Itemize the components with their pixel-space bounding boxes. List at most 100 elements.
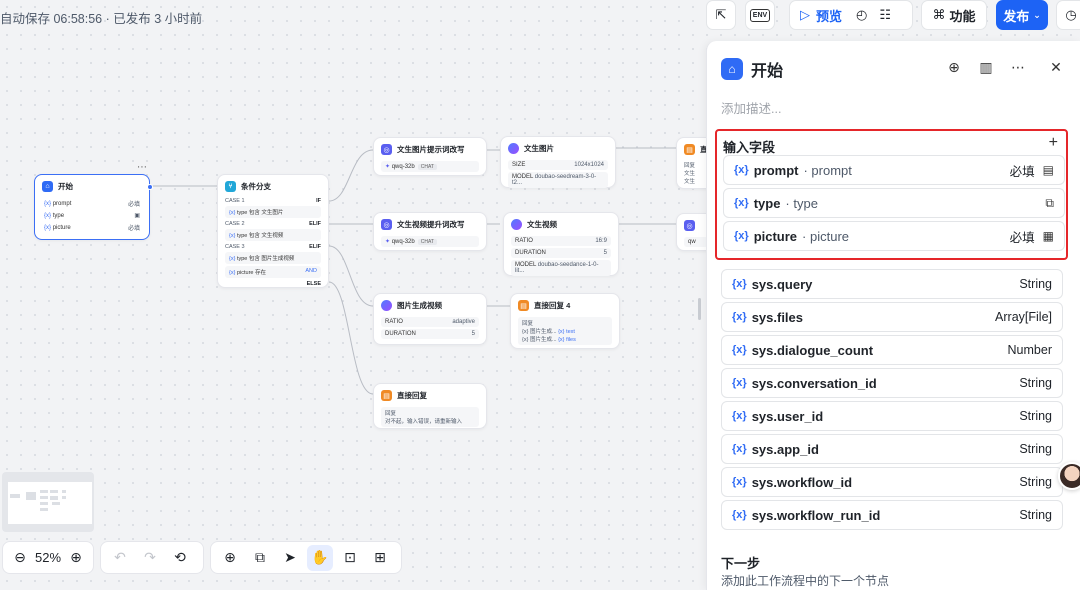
add-node-icon[interactable]: ⊕ [217, 545, 243, 571]
sys-field-workflow-id[interactable]: {x} sys.workflow_id String [721, 467, 1063, 497]
llm-node-rewrite-image[interactable]: ◎ 文生图片提示词改写 ✦ qwq-32b CHAT [373, 137, 487, 176]
next-step-title: 下一步 [721, 556, 761, 571]
more-icon[interactable]: ⋯ [1008, 59, 1028, 76]
node-title: 文生视频提升词改写 [397, 220, 465, 229]
preview-button[interactable]: 预览 [816, 6, 842, 25]
sys-field-files[interactable]: {x} sys.files Array[File] [721, 302, 1063, 332]
input-field-prompt[interactable]: {x} prompt · prompt 必填 ▤ [723, 155, 1065, 185]
description-input[interactable]: 添加描述... [721, 98, 781, 117]
case-keyword: ELIF [309, 221, 321, 227]
text-to-image-node[interactable]: 文生图片 SIZE 1024x1024 MODEL doubao-seedream… [500, 136, 616, 188]
reply-icon: ▤ [518, 300, 529, 311]
node-more-icon[interactable]: ⋯ [137, 162, 147, 173]
llm-icon: ◎ [684, 220, 695, 231]
condition-text: type 包含 文生视频 [236, 233, 284, 239]
feature-label: 功能 [949, 8, 976, 24]
organize-layout-icon[interactable]: ⊞ [367, 545, 393, 571]
assistant-avatar[interactable] [1058, 462, 1080, 490]
add-note-icon[interactable]: ⧉ [247, 545, 273, 571]
panel-title[interactable]: 开始 [751, 57, 783, 81]
sys-field-user-id[interactable]: {x} sys.user_id String [721, 401, 1063, 431]
home-icon: ⌂ [42, 181, 53, 192]
node-settings-panel: ⌂ 开始 ⊕ ▥ ⋯ ✕ 添加描述... 输入字段 + {x} prompt ·… [706, 41, 1080, 590]
text-to-video-node[interactable]: 文生视频 RATIO 16:9 DURATION 5 MODEL doubao-se… [503, 212, 619, 276]
hand-icon[interactable]: ✋ [307, 544, 333, 571]
and-label: AND [305, 268, 317, 274]
variable-icon: {x} [734, 164, 749, 176]
field-name: sys.workflow_id [751, 474, 853, 490]
sys-field-workflow-run-id[interactable]: {x} sys.workflow_run_id String [721, 500, 1063, 530]
env-button[interactable]: ENV [745, 0, 775, 30]
input-field-type[interactable]: {x} type · type ⧉ [723, 188, 1065, 218]
publish-button[interactable]: 发布 ⌄ [996, 0, 1048, 30]
reply-item: 文生 [684, 171, 696, 177]
sys-field-query[interactable]: {x} sys.query String [721, 269, 1063, 299]
direct-reply-node-4[interactable]: ▤ 直接回复 4 回复 {x} 图片生成... {x} text {x} 图片生成… [510, 293, 620, 349]
zoom-out-icon[interactable]: ⊖ [9, 545, 31, 571]
param-value: 5 [603, 250, 607, 256]
checklist-button[interactable]: ⇱ [706, 0, 736, 30]
var-prefix: {x} [229, 270, 236, 276]
param-value: 1024x1024 [574, 162, 604, 168]
history-icon: ◷ [1065, 7, 1077, 22]
image-to-video-node[interactable]: 图片生成视频 RATIO adaptive DURATION 5 [373, 293, 487, 345]
sys-field-dialogue-count[interactable]: {x} sys.dialogue_count Number [721, 335, 1063, 365]
var-prefix: {x} [229, 256, 236, 262]
node-title: 直接回复 [397, 391, 427, 400]
reply-label: 回复 [385, 411, 397, 417]
var-prefix: {x} [44, 212, 52, 219]
close-icon[interactable]: ✕ [1046, 59, 1066, 76]
minimap[interactable] [2, 472, 94, 532]
field-type: String [1019, 508, 1052, 522]
field-name: sys.dialogue_count [751, 342, 874, 358]
condition-text: type 包含 图片生成视频 [236, 256, 295, 262]
export-image-icon[interactable]: ⊡ [337, 545, 363, 571]
model-name: qw [688, 239, 696, 245]
history-toolbar: ↶ ↷ ⟲ [100, 541, 204, 574]
field-name: sys.query [751, 276, 813, 292]
redo-icon[interactable]: ↷ [137, 545, 163, 571]
reply-item: 文生 [684, 179, 696, 185]
model-tag: CHAT [417, 163, 437, 170]
var-prefix: {x} [44, 224, 52, 231]
select-icon: ⧉ [1045, 195, 1054, 210]
direct-reply-node[interactable]: ▤ 直接回复 回复 对不起，输入错误，请重新输入 [373, 383, 487, 429]
field-name: sys.conversation_id [751, 375, 877, 391]
start-node[interactable]: ⌂ 开始 {x} prompt 必填 {x} type ▣ {x} picture 必填 [34, 174, 153, 240]
param-key: RATIO [385, 319, 403, 325]
variables-icon[interactable]: ☷ [879, 7, 891, 23]
add-icon[interactable]: + [1049, 134, 1058, 152]
model-name: qwq-32b [391, 238, 415, 245]
node-title: 图片生成视频 [397, 301, 442, 310]
reply-text: 对不起，输入错误，请重新输入 [385, 419, 463, 425]
run-node-icon[interactable]: ⊕ [944, 59, 964, 76]
field-name: sys.workflow_run_id [751, 507, 881, 523]
run-history-icon[interactable]: ◴ [856, 7, 867, 23]
undo-icon[interactable]: ↶ [107, 545, 133, 571]
history-button[interactable]: ◷ [1056, 0, 1080, 30]
help-book-icon[interactable]: ▥ [976, 59, 996, 76]
model-tag: CHAT [417, 238, 437, 245]
zoom-in-icon[interactable]: ⊕ [65, 545, 87, 571]
zoom-level[interactable]: 52% [35, 550, 61, 565]
case-label: CASE 3 [225, 244, 245, 250]
play-icon[interactable]: ▷ [800, 7, 810, 23]
feature-button[interactable]: ⌘ 功能 [921, 0, 987, 30]
llm-node-rewrite-video[interactable]: ◎ 文生视频提升词改写 ✦ qwq-32b CHAT [373, 212, 487, 251]
var-prefix: {x} [229, 210, 236, 216]
node-title: 文生视频 [527, 220, 557, 229]
history-icon[interactable]: ⟲ [167, 545, 193, 571]
sys-field-conversation-id[interactable]: {x} sys.conversation_id String [721, 368, 1063, 398]
field-label: type [793, 195, 818, 211]
var-prefix: {x} [229, 233, 236, 239]
case-keyword: IF [316, 198, 321, 204]
condition-branch-node[interactable]: ⑂ 条件分支 CASE 1 IF {x} type 包含 文生图片 CASE 2 EL… [217, 174, 329, 288]
model-icon: ✦ [385, 239, 391, 245]
panel-resize-handle[interactable] [698, 298, 701, 320]
pointer-icon[interactable]: ➤ [277, 545, 303, 571]
model-logo-icon [511, 219, 522, 230]
sys-field-app-id[interactable]: {x} sys.app_id String [721, 434, 1063, 464]
input-field-picture[interactable]: {x} picture · picture 必填 ▦ [723, 221, 1065, 251]
llm-icon: ◎ [381, 219, 392, 230]
output-port[interactable] [147, 184, 153, 190]
